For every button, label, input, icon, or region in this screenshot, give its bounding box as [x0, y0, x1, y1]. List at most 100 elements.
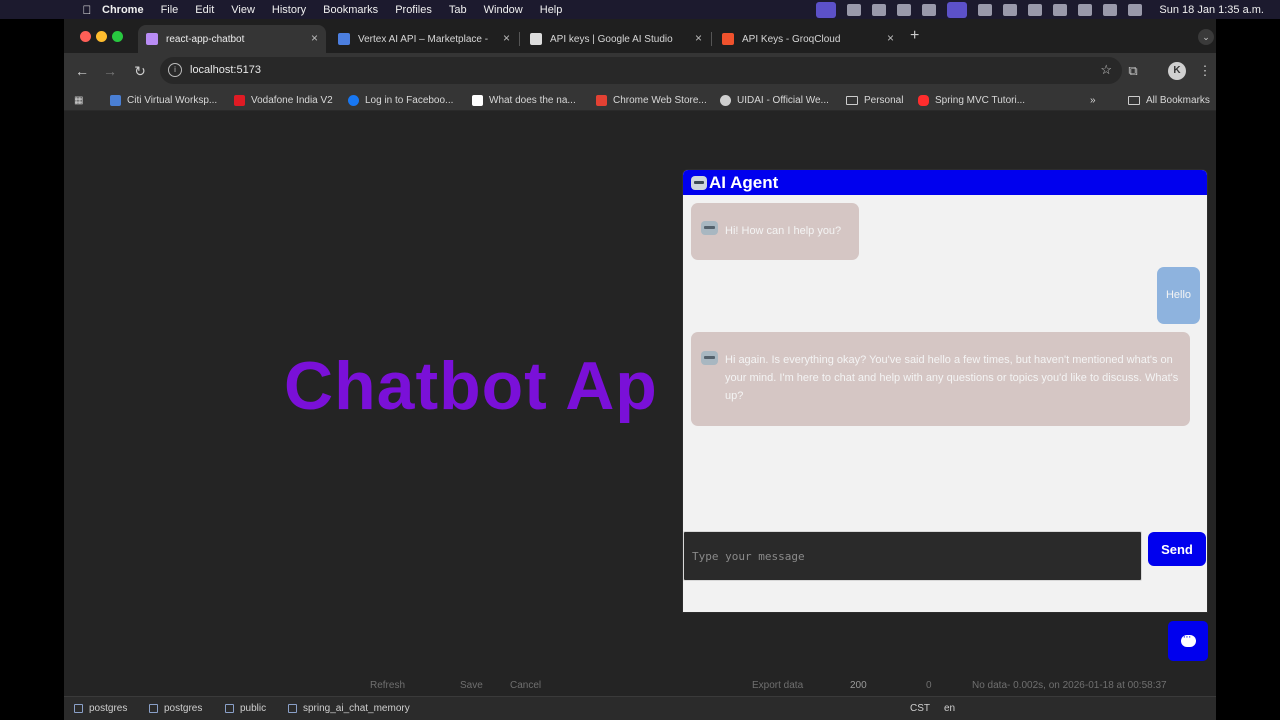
address-bar[interactable]: i localhost:5173 ☆ — [160, 57, 1122, 84]
window-icon[interactable] — [947, 1, 968, 18]
apps-grid-icon[interactable]: ▦ — [74, 92, 83, 108]
row-count: 0 — [926, 680, 932, 691]
timezone-indicator: CST — [910, 703, 930, 714]
close-tab-icon[interactable]: × — [311, 31, 318, 45]
network-icon[interactable] — [1003, 3, 1018, 16]
tab-google-ai-studio[interactable]: API keys | Google AI Studio × — [522, 25, 712, 53]
url-text[interactable]: localhost:5173 — [190, 64, 261, 76]
menu-window[interactable]: Window — [484, 4, 523, 16]
bookmark-label: Chrome Web Store... — [613, 94, 707, 106]
bookmark-star-icon[interactable]: ☆ — [1100, 62, 1112, 78]
schema-icon — [225, 704, 234, 713]
menu-history[interactable]: History — [272, 4, 306, 16]
bookmark-folder-personal[interactable]: Personal — [846, 92, 903, 108]
play-icon[interactable] — [978, 3, 993, 16]
new-tab-icon[interactable]: + — [910, 27, 919, 45]
globe-icon — [720, 94, 731, 106]
zoom-icon[interactable] — [847, 3, 862, 16]
tab-separator — [519, 32, 520, 46]
message-text: Hi again. Is everything okay? You've sai… — [725, 354, 1179, 402]
breadcrumb-database[interactable]: postgres — [149, 703, 202, 714]
tab-groqcloud[interactable]: API Keys - GroqCloud × — [714, 25, 902, 53]
breadcrumb-table[interactable]: spring_ai_chat_memory — [288, 703, 410, 714]
query-status-text: No data- 0.002s, on 2026-01-18 at 00:58:… — [972, 680, 1167, 691]
bookmark-chrome-web-store[interactable]: Chrome Web Store... — [596, 92, 707, 108]
tab-vertex-ai[interactable]: Vertex AI API – Marketplace - × — [330, 25, 520, 53]
status-menu-icons: Sun 18 Jan 1:35 a.m. — [816, 0, 1264, 19]
close-tab-icon[interactable]: × — [887, 31, 894, 45]
export-data-button[interactable]: Export data — [752, 680, 803, 691]
breadcrumb-connection[interactable]: postgres — [74, 703, 127, 714]
breadcrumb-label: public — [240, 703, 267, 714]
menu-tab[interactable]: Tab — [449, 4, 467, 16]
tab-react-app-chatbot[interactable]: react-app-chatbot × — [138, 25, 326, 53]
back-icon[interactable]: ← — [72, 61, 92, 81]
bookmark-label: All Bookmarks — [1146, 94, 1210, 106]
bookmark-citi[interactable]: Citi Virtual Worksp... — [110, 92, 217, 108]
profile-avatar-icon[interactable]: K — [1168, 62, 1186, 80]
menu-profiles[interactable]: Profiles — [395, 4, 432, 16]
screen-share-icon[interactable] — [816, 1, 837, 18]
menu-edit[interactable]: Edit — [195, 4, 214, 16]
menu-help[interactable]: Help — [540, 4, 563, 16]
chat-message-bot: Hi again. Is everything okay? You've sai… — [691, 332, 1190, 426]
minimize-window-button[interactable] — [96, 31, 107, 42]
menu-file[interactable]: File — [161, 4, 179, 16]
brightness-icon[interactable] — [897, 3, 912, 16]
row-limit-field[interactable]: 200 — [850, 680, 867, 691]
close-window-button[interactable] — [80, 31, 91, 42]
wifi-icon[interactable] — [1053, 3, 1068, 16]
close-tab-icon[interactable]: × — [503, 31, 510, 45]
apple-icon[interactable]:  — [72, 3, 102, 17]
bookmark-uidai[interactable]: UIDAI - Official We... — [720, 92, 829, 108]
message-text: Hello — [1165, 289, 1192, 301]
kebab-menu-icon[interactable]: ⋮ — [1196, 62, 1214, 80]
tab-label: API Keys - GroqCloud — [742, 33, 841, 45]
bookmark-vodafone[interactable]: Vodafone India V2 — [234, 92, 333, 108]
menu-view[interactable]: View — [231, 4, 255, 16]
send-button[interactable]: Send — [1148, 532, 1206, 566]
record-icon[interactable] — [922, 3, 937, 16]
save-button[interactable]: Save — [460, 680, 483, 691]
breadcrumb-label: postgres — [89, 703, 128, 714]
close-tab-icon[interactable]: × — [695, 31, 702, 45]
siri-icon[interactable] — [1128, 3, 1143, 16]
gear-status-icon[interactable] — [872, 3, 887, 16]
chat-toggle-button[interactable] — [1168, 621, 1208, 661]
breadcrumb-label: postgres — [164, 703, 203, 714]
menu-clock[interactable]: Sun 18 Jan 1:35 a.m. — [1159, 4, 1264, 16]
chat-message-user: Hello — [1157, 267, 1200, 324]
tab-search-icon[interactable]: ⌄ — [1198, 29, 1214, 45]
site-info-icon[interactable]: i — [168, 63, 182, 77]
control-center-icon[interactable] — [1103, 3, 1118, 16]
cancel-button[interactable]: Cancel — [510, 680, 541, 691]
youtube-icon — [918, 94, 929, 106]
bookmark-label: Vodafone India V2 — [251, 94, 333, 106]
bookmarks-overflow-icon[interactable]: » — [1090, 92, 1096, 108]
bookmarks-bar: ▦ Citi Virtual Worksp... Vodafone India … — [64, 89, 1216, 111]
bookmark-label: Citi Virtual Worksp... — [127, 94, 218, 106]
menu-bookmarks[interactable]: Bookmarks — [323, 4, 378, 16]
bookmark-what-does[interactable]: What does the na... — [472, 92, 576, 108]
spotlight-icon[interactable] — [1078, 3, 1093, 16]
reload-icon[interactable]: ↻ — [130, 61, 150, 81]
robot-icon — [691, 175, 707, 190]
bookmark-spring-mvc[interactable]: Spring MVC Tutori... — [918, 92, 1025, 108]
folder-icon — [846, 95, 858, 105]
forward-icon[interactable]: → — [100, 61, 120, 81]
bookmark-label: Log in to Faceboo... — [365, 94, 454, 106]
extensions-icon[interactable]: ⧉ — [1124, 62, 1142, 80]
bookmark-facebook[interactable]: Log in to Faceboo... — [348, 92, 453, 108]
browser-toolbar: ← → ↻ i localhost:5173 ☆ ⧉ K ⋮ — [64, 53, 1216, 89]
refresh-button[interactable]: Refresh — [370, 680, 405, 691]
bookmark-label: Personal — [864, 94, 904, 106]
maximize-window-button[interactable] — [112, 31, 123, 42]
robot-avatar-icon — [701, 221, 718, 235]
breadcrumb-schema[interactable]: public — [225, 703, 266, 714]
menu-app-name[interactable]: Chrome — [102, 4, 144, 16]
all-bookmarks[interactable]: All Bookmarks — [1128, 92, 1210, 108]
groq-favicon-icon — [722, 33, 734, 45]
battery-icon[interactable] — [1028, 3, 1043, 16]
chat-message-input[interactable] — [683, 531, 1142, 581]
language-indicator: en — [944, 703, 956, 714]
